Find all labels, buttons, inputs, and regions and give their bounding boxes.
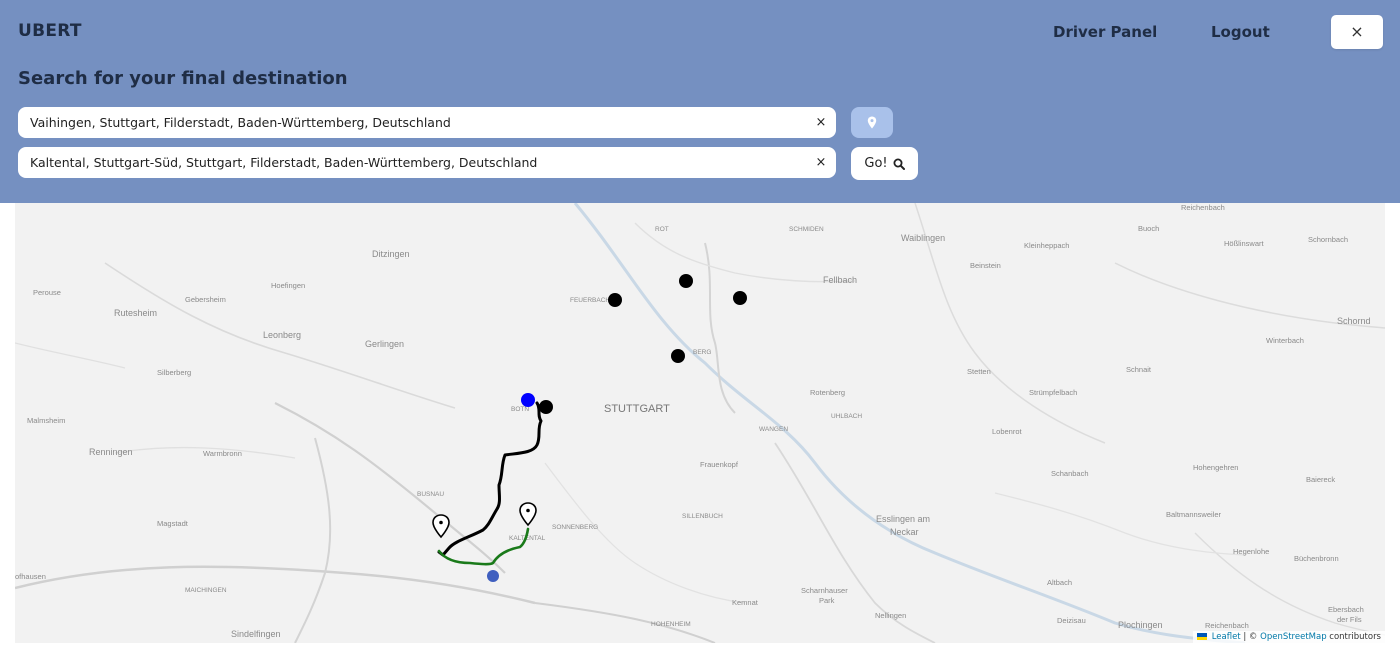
label-fellbach: Fellbach: [823, 275, 857, 285]
search-heading: Search for your final destination: [18, 68, 348, 89]
label-gerlingen: Gerlingen: [365, 339, 404, 349]
label-silberberg: Silberberg: [157, 368, 191, 377]
label-scharnhauser: Scharnhauser: [801, 586, 848, 595]
map-base: [15, 203, 1385, 643]
attribution-contributors: contributors: [1329, 632, 1381, 642]
label-busnau: BUSNAU: [417, 491, 444, 498]
label-hoefingen: Hoefingen: [271, 281, 305, 290]
label-rotenberg: Rotenberg: [810, 388, 845, 397]
label-gebersheim: Gebersheim: [185, 295, 226, 304]
label-malmsheim: Malmsheim: [27, 416, 65, 425]
label-renningen: Renningen: [89, 447, 133, 457]
label-altbach: Altbach: [1047, 578, 1072, 587]
label-sonnenberg: SONNENBERG: [552, 524, 598, 531]
destination-field-wrapper: ×: [18, 147, 836, 178]
label-warmbronn: Warmbronn: [203, 449, 242, 458]
label-winterbach: Winterbach: [1266, 336, 1304, 345]
attribution-separator: | ©: [1243, 632, 1258, 642]
label-park: Park: [819, 596, 835, 605]
label-schornbach: Schornbach: [1308, 235, 1348, 244]
label-lobenrot: Lobenrot: [992, 427, 1023, 436]
ukraine-flag-icon: [1196, 633, 1207, 640]
origin-input[interactable]: [30, 115, 800, 130]
label-schorndorf: Schornd: [1337, 316, 1371, 326]
label-plochingen: Plochingen: [1118, 620, 1163, 630]
label-schmiden: SCHMIDEN: [789, 226, 824, 233]
label-baltmannsweiler: Baltmannsweiler: [1166, 510, 1222, 519]
driver-marker[interactable]: [679, 274, 693, 288]
osm-link[interactable]: OpenStreetMap: [1260, 632, 1326, 642]
label-frauenkopf: Frauenkopf: [700, 460, 739, 469]
map-attribution: Leaflet | © OpenStreetMap contributors: [1192, 631, 1385, 643]
label-struempfelbach: Strümpfelbach: [1029, 388, 1077, 397]
label-leonberg: Leonberg: [263, 330, 301, 340]
label-hegenlohe: Hegenlohe: [1233, 547, 1269, 556]
label-wangen: WANGEN: [759, 426, 788, 433]
driver-marker[interactable]: [671, 349, 685, 363]
map-pin-icon: [867, 116, 877, 129]
locate-button[interactable]: [851, 107, 893, 138]
leaflet-link[interactable]: Leaflet: [1212, 632, 1241, 642]
label-stuttgart: STUTTGART: [604, 403, 670, 415]
user-location-marker[interactable]: [521, 393, 535, 407]
destination-clear-icon[interactable]: ×: [812, 153, 830, 171]
label-reichenbach-bottom: Reichenbach: [1205, 621, 1249, 630]
label-kemnat: Kemnat: [732, 598, 759, 607]
brand-logo[interactable]: UBERT: [18, 21, 82, 41]
go-button-label: Go!: [864, 156, 888, 171]
close-button[interactable]: ×: [1331, 15, 1383, 49]
destination-dot[interactable]: [487, 570, 499, 582]
label-buoch: Buoch: [1138, 224, 1159, 233]
label-sindelfingen: Sindelfingen: [231, 629, 281, 639]
label-rutesheim: Rutesheim: [114, 308, 157, 318]
label-hohenheim: HOHENHEIM: [651, 621, 691, 628]
label-schanbach: Schanbach: [1051, 469, 1089, 478]
label-uhlbach: UHLBACH: [831, 413, 862, 420]
label-reichenbach-top: Reichenbach: [1181, 203, 1225, 212]
origin-field-wrapper: ×: [18, 107, 836, 138]
label-deizisau: Deizisau: [1057, 616, 1086, 625]
label-waiblingen: Waiblingen: [901, 233, 945, 243]
search-icon: [893, 158, 905, 170]
label-der-fils: der Fils: [1337, 615, 1362, 624]
close-icon: ×: [1350, 22, 1364, 41]
label-maichingen: MAICHINGEN: [185, 587, 227, 594]
origin-clear-icon[interactable]: ×: [812, 113, 830, 131]
label-perouse: Perouse: [33, 288, 61, 297]
label-esslingen: Esslingen am: [876, 514, 930, 524]
label-hohengehren: Hohengehren: [1193, 463, 1238, 472]
label-rot: ROT: [655, 226, 669, 233]
label-nellingen: Nellingen: [875, 611, 906, 620]
map-canvas[interactable]: Ditzingen Hoefingen Gebersheim Perouse R…: [15, 203, 1385, 643]
label-neckar: Neckar: [890, 527, 919, 537]
label-sillenbuch: SILLENBUCH: [682, 513, 723, 520]
destination-input[interactable]: [30, 155, 800, 170]
driver-marker[interactable]: [539, 400, 553, 414]
label-stetten: Stetten: [967, 367, 991, 376]
label-botnang: BOTN: [511, 406, 529, 413]
label-ofhausen: ofhausen: [15, 572, 46, 581]
label-ebersbach: Ebersbach: [1328, 605, 1364, 614]
app-header: UBERT Driver Panel Logout × Search for y…: [0, 0, 1400, 203]
map-view[interactable]: Ditzingen Hoefingen Gebersheim Perouse R…: [15, 203, 1385, 643]
nav-logout[interactable]: Logout: [1211, 23, 1270, 41]
label-beinstein: Beinstein: [970, 261, 1001, 270]
label-feuerbach: FEUERBACH: [570, 297, 610, 304]
label-ditzingen: Ditzingen: [372, 249, 410, 259]
label-buechenbronn: Büchenbronn: [1294, 554, 1339, 563]
driver-marker[interactable]: [608, 293, 622, 307]
label-kleinheppach: Kleinheppach: [1024, 241, 1069, 250]
label-baiereck: Baiereck: [1306, 475, 1335, 484]
driver-marker[interactable]: [733, 291, 747, 305]
label-hoesslinswart: Hößlinswart: [1224, 239, 1265, 248]
label-berg: BERG: [693, 349, 711, 356]
go-button[interactable]: Go!: [851, 147, 918, 180]
nav-driver-panel[interactable]: Driver Panel: [1053, 23, 1157, 41]
label-schnait: Schnait: [1126, 365, 1152, 374]
label-magstadt: Magstadt: [157, 519, 189, 528]
